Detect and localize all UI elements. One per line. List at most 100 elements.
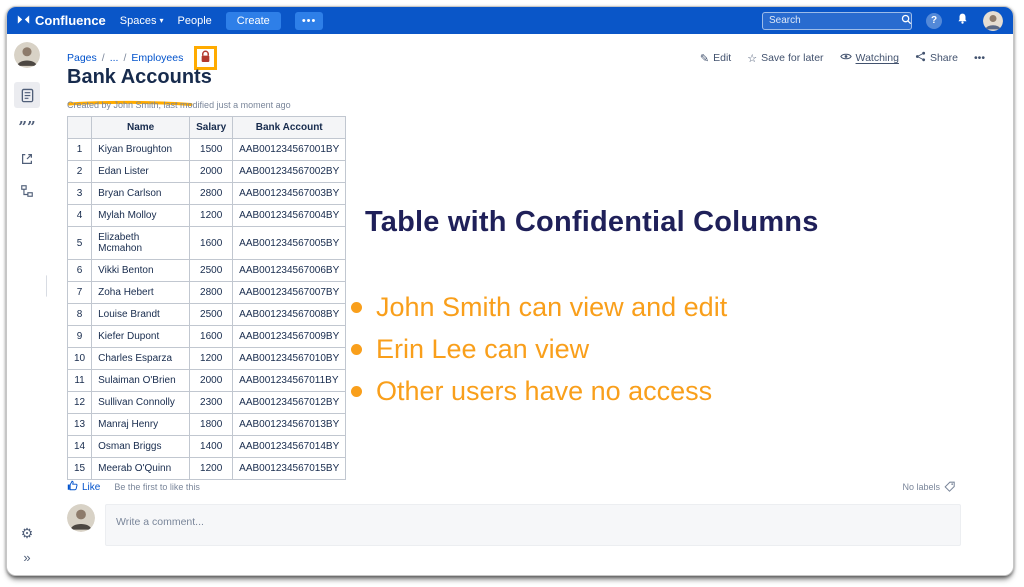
table-cell: 8 xyxy=(66,303,93,326)
breadcrumb-ellipsis[interactable]: ... xyxy=(110,52,119,64)
table-cell: AAB001234567013BY xyxy=(232,413,347,436)
share-button[interactable]: Share xyxy=(915,51,958,65)
employee-table-head: Name Salary Bank Account xyxy=(66,116,347,139)
chevron-down-icon: ▾ xyxy=(159,16,164,25)
search-input[interactable] xyxy=(769,15,901,26)
table-cell: Bryan Carlson xyxy=(91,182,191,205)
brand-label: Confluence xyxy=(35,13,106,28)
table-cell: 2500 xyxy=(189,303,234,326)
save-for-later-button[interactable]: ☆ Save for later xyxy=(747,52,823,65)
app-window: Confluence Spaces ▾ People Create ••• ? xyxy=(6,6,1014,576)
edit-button[interactable]: ✎ Edit xyxy=(700,52,731,65)
notifications-bell-icon[interactable] xyxy=(956,12,969,30)
table-cell: 2800 xyxy=(189,281,234,304)
space-avatar[interactable] xyxy=(14,42,40,68)
table-row: 1 Kiyan Broughton 1500 AAB001234567001BY xyxy=(66,138,347,161)
main-content: Pages / ... / Employees ✎ Edit ☆ Save fo… xyxy=(47,34,1013,575)
breadcrumb-separator: / xyxy=(101,52,105,64)
eye-icon xyxy=(839,52,852,64)
sidebar-blog-quote-icon[interactable]: ”” xyxy=(14,114,40,140)
page-more-button[interactable]: ••• xyxy=(974,52,985,64)
table-cell: 7 xyxy=(66,281,93,304)
create-button[interactable]: Create xyxy=(225,11,281,30)
bullet-dot-icon xyxy=(351,344,362,355)
table-row: 10 Charles Esparza 1200 AAB001234567010BY xyxy=(66,347,347,370)
table-cell: 2500 xyxy=(189,259,234,282)
sidebar-pages-icon[interactable] xyxy=(14,82,40,108)
confluence-brand[interactable]: Confluence xyxy=(17,13,106,29)
help-icon[interactable]: ? xyxy=(926,12,942,29)
sidebar-export-icon[interactable] xyxy=(14,146,40,172)
labels-text: No labels xyxy=(902,482,940,492)
nav-spaces[interactable]: Spaces ▾ xyxy=(120,15,164,27)
table-cell: Louise Brandt xyxy=(91,303,191,326)
comment-input[interactable] xyxy=(116,516,950,528)
table-row: 9 Kiefer Dupont 1600 AAB001234567009BY xyxy=(66,325,347,348)
table-cell: 2 xyxy=(66,160,93,183)
comment-box[interactable] xyxy=(105,504,961,546)
breadcrumb-pages[interactable]: Pages xyxy=(67,52,97,64)
table-header-row: Name Salary Bank Account xyxy=(66,116,347,139)
table-cell: 1200 xyxy=(189,457,234,480)
nav-people-label: People xyxy=(177,14,212,27)
table-row: 3 Bryan Carlson 2800 AAB001234567003BY xyxy=(66,182,347,205)
share-label: Share xyxy=(929,52,958,64)
table-cell: AAB001234567012BY xyxy=(232,391,347,414)
settings-gear-icon[interactable]: ⚙ xyxy=(21,525,34,542)
table-cell: Kiyan Broughton xyxy=(91,138,191,161)
table-cell: AAB001234567010BY xyxy=(232,347,347,370)
table-cell: AAB001234567006BY xyxy=(232,259,347,282)
table-cell: 1600 xyxy=(189,325,234,348)
annotation-bullet: Other users have no access xyxy=(351,376,727,407)
expand-sidebar-icon[interactable]: » xyxy=(23,550,30,565)
breadcrumb-separator: / xyxy=(123,52,127,64)
table-cell: 2000 xyxy=(189,369,234,392)
table-cell: Sullivan Connolly xyxy=(91,391,191,414)
table-cell: AAB001234567008BY xyxy=(232,303,347,326)
table-cell: 10 xyxy=(66,347,93,370)
sidebar-bottom: ⚙ » xyxy=(21,525,34,565)
star-icon: ☆ xyxy=(747,52,758,65)
user-avatar[interactable] xyxy=(983,10,1003,31)
table-row: 15 Meerab O'Quinn 1200 AAB001234567015BY xyxy=(66,457,347,480)
table-cell: Elizabeth Mcmahon xyxy=(91,226,191,260)
table-cell: AAB001234567001BY xyxy=(232,138,347,161)
create-more-button[interactable]: ••• xyxy=(294,11,324,30)
table-cell: 1800 xyxy=(189,413,234,436)
top-navbar: Confluence Spaces ▾ People Create ••• ? xyxy=(7,7,1013,34)
employee-table: Name Salary Bank Account 1 Kiyan Broughto… xyxy=(66,116,347,480)
table-cell: AAB001234567005BY xyxy=(232,226,347,260)
labels-button[interactable]: No labels xyxy=(902,481,955,494)
like-hint: Be the first to like this xyxy=(114,482,200,492)
nav-people[interactable]: People xyxy=(178,15,212,27)
watching-label: Watching xyxy=(855,52,899,64)
annotation-bullet-list: John Smith can view and edit Erin Lee can… xyxy=(351,292,727,407)
table-cell: AAB001234567004BY xyxy=(232,204,347,227)
comment-user-avatar xyxy=(67,504,95,532)
table-row: 13 Manraj Henry 1800 AAB001234567013BY xyxy=(66,413,347,436)
page-actions: ✎ Edit ☆ Save for later Watching Share •… xyxy=(700,51,985,65)
employee-table-body: 1 Kiyan Broughton 1500 AAB001234567001BY 2 Ed… xyxy=(66,138,347,480)
annotation-title: Table with Confidential Columns xyxy=(365,206,819,238)
table-cell: Kiefer Dupont xyxy=(91,325,191,348)
table-row: 4 Mylah Molloy 1200 AAB001234567004BY xyxy=(66,204,347,227)
breadcrumb-employees[interactable]: Employees xyxy=(131,52,183,64)
table-row: 5 Elizabeth Mcmahon 1600 AAB001234567005BY xyxy=(66,226,347,260)
table-cell: AAB001234567003BY xyxy=(232,182,347,205)
page-restricted-lock-icon[interactable] xyxy=(200,50,211,66)
table-row: 8 Louise Brandt 2500 AAB001234567008BY xyxy=(66,303,347,326)
like-button[interactable]: Like xyxy=(67,480,100,494)
table-cell: 2800 xyxy=(189,182,234,205)
table-cell: 4 xyxy=(66,204,93,227)
table-row: 7 Zoha Hebert 2800 AAB001234567007BY xyxy=(66,281,347,304)
navbar-search[interactable] xyxy=(762,11,912,30)
watching-button[interactable]: Watching xyxy=(839,52,899,64)
bullet-dot-icon xyxy=(351,302,362,313)
search-icon[interactable] xyxy=(901,12,912,30)
annotation-bullet-text: John Smith can view and edit xyxy=(376,292,728,322)
table-cell: Charles Esparza xyxy=(91,347,191,370)
table-cell: 1600 xyxy=(189,226,234,260)
share-icon xyxy=(915,51,926,65)
sidebar-page-tree-icon[interactable] xyxy=(14,178,40,204)
table-cell: AAB001234567002BY xyxy=(232,160,347,183)
